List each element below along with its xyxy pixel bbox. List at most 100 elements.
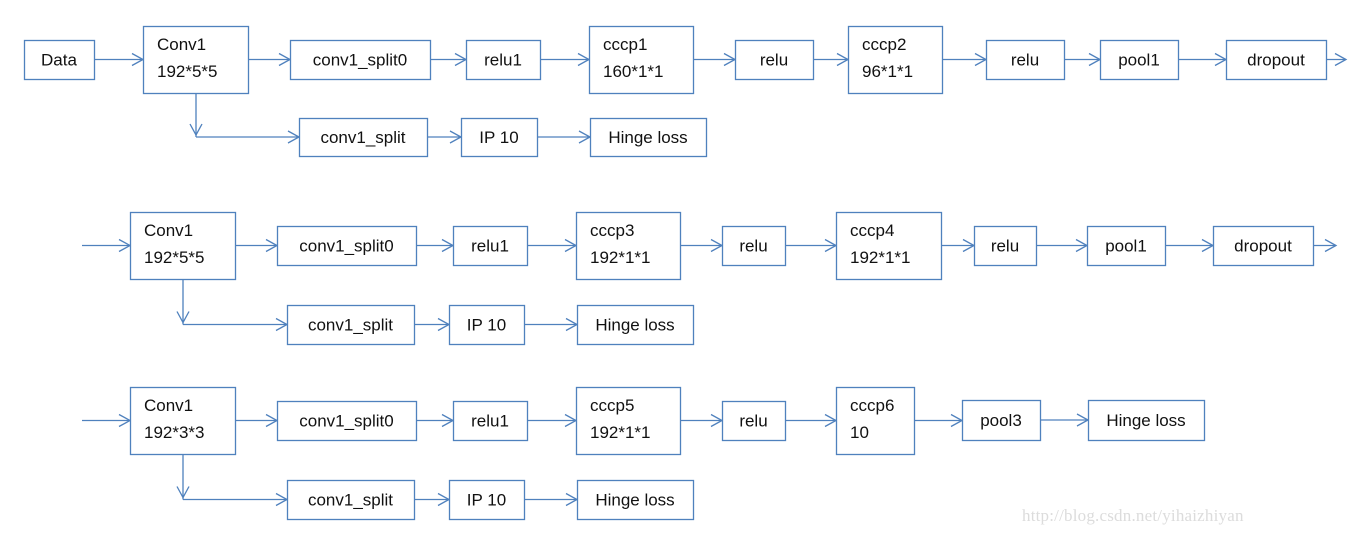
flow-arrow (540, 52, 591, 67)
layer-box-dropout: dropout (1212, 225, 1315, 267)
layer-label: pool1 (1118, 51, 1160, 70)
layer-label: Hinge loss (595, 491, 674, 510)
layer-label: relu (739, 412, 767, 431)
branch-arrow (189, 93, 301, 144)
layer-box-hinge_loss: Hinge loss (576, 304, 695, 346)
layer-box-conv1: Conv1 192*5*5 (142, 25, 250, 95)
layer-label: pool3 (980, 411, 1022, 430)
layer-label: relu1 (471, 412, 509, 431)
branch-flow-arrow (414, 317, 451, 332)
layer-name: cccp3 (590, 221, 634, 240)
watermark-url: http://blog.csdn.net/yihaizhiyan (1022, 506, 1244, 525)
layer-params: 10 (850, 423, 869, 442)
flow-arrow (527, 413, 578, 428)
layer-box-relu_a: relu (734, 39, 815, 81)
flow-arrow (248, 52, 292, 67)
branch-flow-arrow (537, 130, 592, 144)
flow-arrow (1178, 52, 1228, 67)
branch-flow-arrow (524, 317, 579, 332)
layer-params: 192*1*1 (850, 248, 911, 267)
branch-flow-arrow (524, 492, 579, 507)
layer-box-conv1_split0: conv1_split0 (276, 400, 418, 442)
flow-arrow (1064, 52, 1102, 67)
flow-arrow (813, 52, 850, 67)
layer-name: Conv1 (157, 35, 206, 54)
flow-arrow (785, 238, 838, 253)
flow-arrow (914, 413, 964, 428)
flow-arrow (941, 238, 976, 253)
layer-box-cccp1: cccp1 160*1*1 (588, 25, 695, 95)
layer-label: IP 10 (467, 491, 506, 510)
layer-name: cccp6 (850, 396, 894, 415)
layer-box-ip10: IP 10 (448, 479, 526, 521)
layer-box-dropout: dropout (1225, 39, 1328, 81)
layer-box-hinge_loss_final: Hinge loss (1087, 399, 1206, 442)
flow-arrow (1165, 238, 1215, 253)
flow-arrow (416, 413, 455, 428)
layer-box-cccp5: cccp5 192*1*1 (575, 386, 682, 456)
layer-box-ip10: IP 10 (460, 117, 539, 158)
layer-label: conv1_split0 (299, 412, 394, 431)
layer-label: conv1_split (320, 128, 405, 147)
layer-box-pool3: pool3 (961, 399, 1042, 442)
layer-label: dropout (1234, 237, 1292, 256)
flow-arrow (527, 238, 578, 253)
flow-arrow (693, 52, 737, 67)
flow-arrow (94, 52, 145, 67)
layer-box-ip10: IP 10 (448, 304, 526, 346)
layer-box-data: Data (23, 39, 96, 81)
flow-arrow (1040, 413, 1090, 427)
branch-arrow (176, 454, 289, 507)
layer-name: Conv1 (144, 221, 193, 240)
layer-name: cccp5 (590, 396, 634, 415)
layer-box-cccp6: cccp6 10 (835, 386, 916, 456)
layer-box-conv1_split: conv1_split (286, 479, 416, 521)
flow-arrow (1036, 238, 1089, 253)
layer-box-pool1: pool1 (1086, 225, 1167, 267)
flow-arrow (785, 413, 838, 428)
layer-label: pool1 (1105, 237, 1147, 256)
input-arrow (82, 413, 132, 428)
layer-box-relu_a: relu (721, 400, 787, 442)
layer-box-relu1: relu1 (452, 400, 529, 442)
layer-name: cccp4 (850, 221, 894, 240)
layer-params: 192*1*1 (590, 423, 651, 442)
layer-label: conv1_split0 (313, 51, 408, 70)
layer-box-cccp2: cccp2 96*1*1 (847, 25, 944, 95)
layer-name: cccp2 (862, 35, 906, 54)
layer-box-pool1: pool1 (1099, 39, 1180, 81)
layer-label: dropout (1247, 51, 1305, 70)
layer-label: relu1 (471, 237, 509, 256)
flow-arrow (235, 238, 279, 253)
flow-arrow (680, 413, 724, 428)
layer-name: Conv1 (144, 396, 193, 415)
layer-box-conv1_split0: conv1_split0 (289, 39, 432, 81)
layer-box-relu_b: relu (973, 225, 1038, 267)
layer-box-conv1: Conv1 192*5*5 (129, 211, 237, 281)
layer-label: IP 10 (479, 128, 518, 147)
layer-box-relu_a: relu (721, 225, 787, 267)
layer-box-relu_b: relu (985, 39, 1066, 81)
layer-box-conv1_split0: conv1_split0 (276, 225, 418, 267)
layer-box-hinge_loss: Hinge loss (576, 479, 695, 521)
layer-box-conv1_split: conv1_split (286, 304, 416, 346)
layer-label: Hinge loss (595, 316, 674, 335)
layer-params: 192*1*1 (590, 248, 651, 267)
layer-name: cccp1 (603, 35, 647, 54)
network-diagram: Data Conv1 192*5*5 conv1_split0 relu1 cccp1 16… (23, 25, 1348, 521)
layer-params: 160*1*1 (603, 62, 664, 81)
layer-box-relu1: relu1 (465, 39, 542, 81)
flow-arrow (680, 238, 724, 253)
layer-box-relu1: relu1 (452, 225, 529, 267)
layer-label: conv1_split0 (299, 237, 394, 256)
layer-params: 192*3*3 (144, 423, 205, 442)
flow-arrow (235, 413, 279, 428)
layer-params: 192*5*5 (144, 248, 205, 267)
layer-label: relu (991, 237, 1019, 256)
layer-label: relu (760, 51, 788, 70)
flow-arrow (416, 238, 455, 253)
layer-params: 192*5*5 (157, 62, 218, 81)
layer-box-cccp4: cccp4 192*1*1 (835, 211, 943, 281)
branch-arrow (176, 279, 289, 332)
layer-box-cccp3: cccp3 192*1*1 (575, 211, 682, 281)
